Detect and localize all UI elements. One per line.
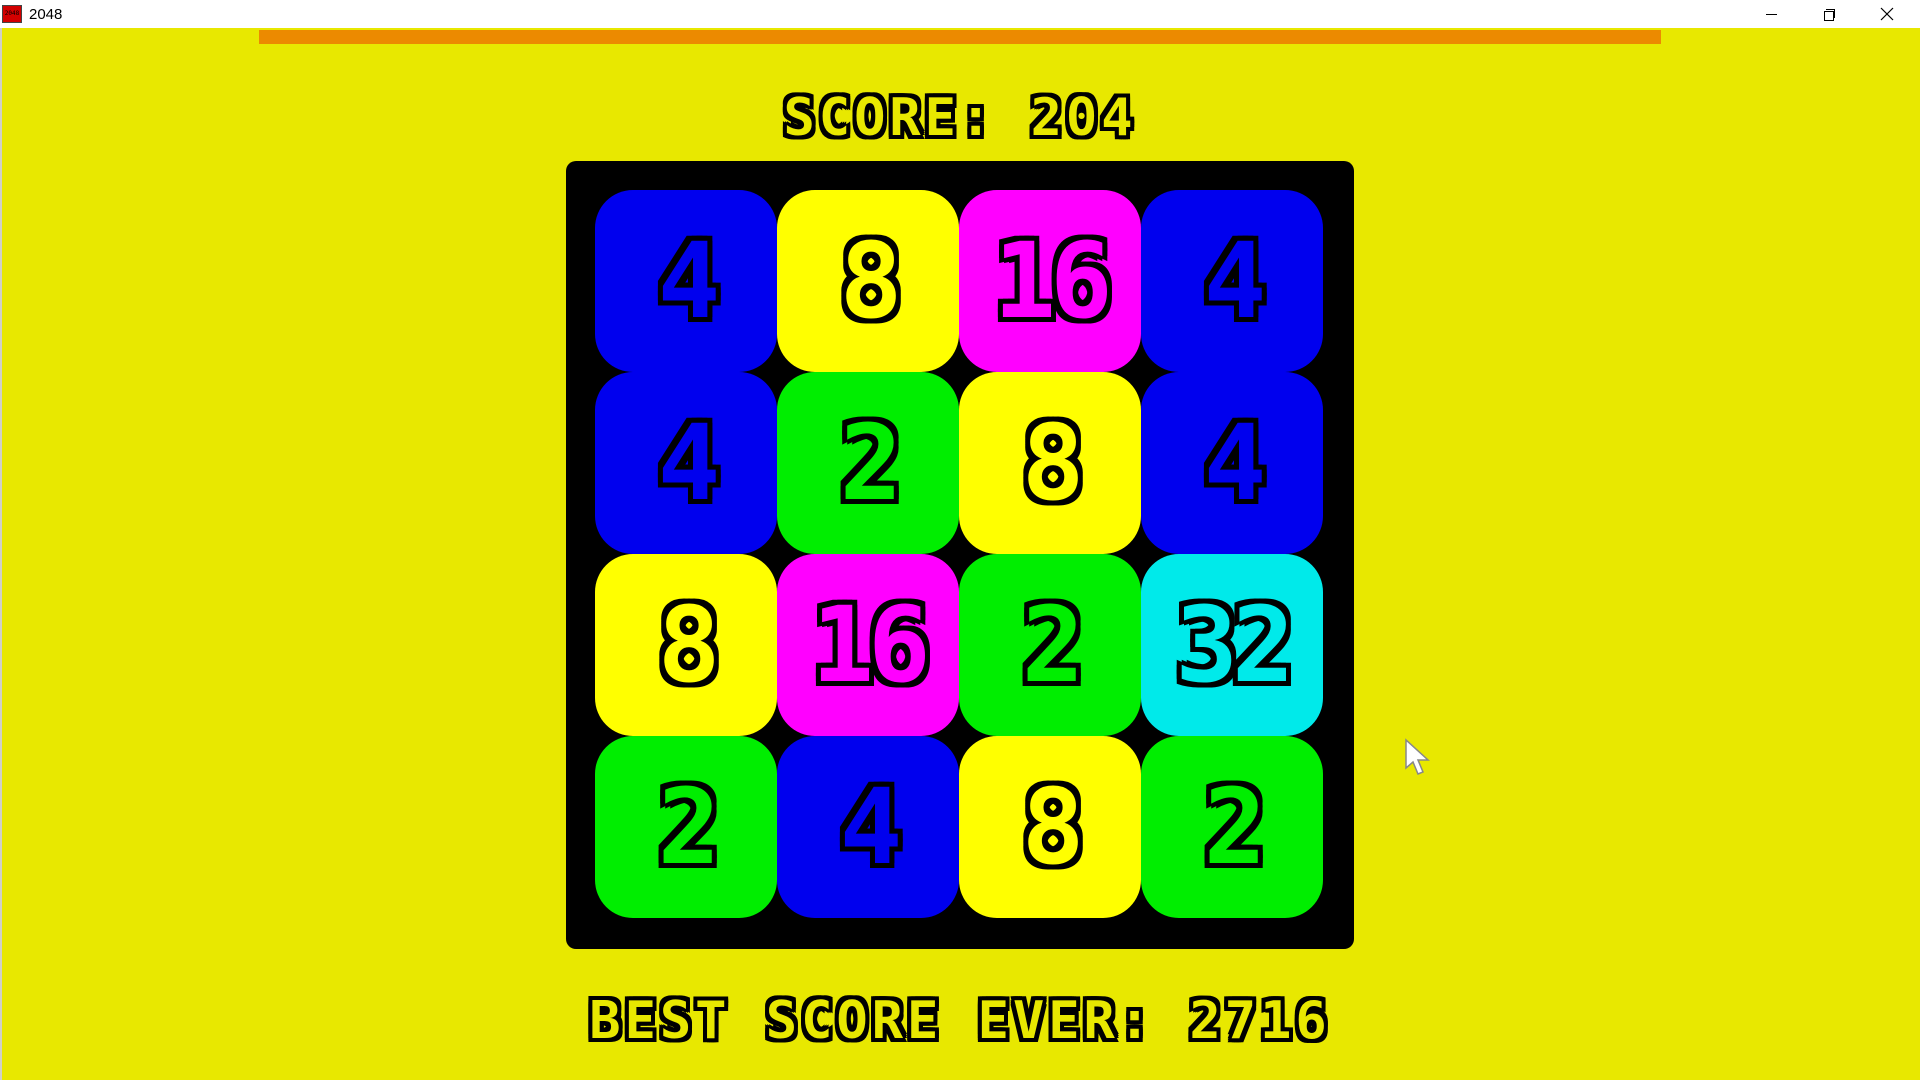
tile: 16 <box>777 554 959 736</box>
mouse-pointer-icon <box>1405 738 1430 775</box>
close-icon <box>1880 7 1894 21</box>
minimize-button[interactable] <box>1742 0 1800 28</box>
best-score-label: BEST SCORE EVER: <box>589 991 1155 1051</box>
tile: 32 <box>1141 554 1323 736</box>
tile: 2 <box>959 554 1141 736</box>
tile: 4 <box>1141 372 1323 554</box>
game-area[interactable]: SCORE: 204 4 8 16 4 4 2 8 4 8 16 2 32 2 4 8 2 BEST SCOR… <box>0 28 1920 1080</box>
minimize-icon <box>1765 13 1777 15</box>
tile: 2 <box>1141 736 1323 918</box>
tile-value: 16 <box>993 220 1112 342</box>
tile-value: 2 <box>1203 766 1267 888</box>
close-button[interactable] <box>1858 0 1916 28</box>
tile: 8 <box>959 736 1141 918</box>
score-display: SCORE: 204 <box>700 83 1220 153</box>
tile-value: 4 <box>839 766 903 888</box>
tile: 8 <box>777 190 959 372</box>
tile-value: 4 <box>657 220 721 342</box>
tile: 4 <box>777 736 959 918</box>
tile-value: 4 <box>1203 402 1267 524</box>
best-score-display: BEST SCORE EVER: 2716 <box>560 986 1360 1056</box>
maximize-button[interactable] <box>1800 0 1858 28</box>
tile: 16 <box>959 190 1141 372</box>
tile-value: 16 <box>811 584 930 706</box>
title-bar[interactable]: 2048 2048 <box>0 0 1920 28</box>
tile-value: 8 <box>839 220 903 342</box>
tile-value: 2 <box>1021 584 1085 706</box>
restore-icon <box>1823 8 1835 21</box>
tile: 8 <box>595 554 777 736</box>
tile: 4 <box>595 372 777 554</box>
tile: 4 <box>1141 190 1323 372</box>
game-window: 2048 2048 SCORE: 204 4 8 16 4 4 2 8 4 8 16 2 32 2 4 8 2… <box>0 0 1920 1080</box>
window-border <box>0 28 2 1080</box>
window-title: 2048 <box>29 5 63 23</box>
progress-fill <box>259 30 1661 44</box>
tile-value: 4 <box>1203 220 1267 342</box>
tile: 4 <box>595 190 777 372</box>
tile-value: 2 <box>657 766 721 888</box>
tile-value: 8 <box>1021 402 1085 524</box>
tile-value: 8 <box>1021 766 1085 888</box>
tile: 2 <box>777 372 959 554</box>
tile-value: 2 <box>839 402 903 524</box>
tile: 2 <box>595 736 777 918</box>
tile-value: 8 <box>657 584 721 706</box>
progress-bar <box>259 30 1661 44</box>
best-score-value: 2716 <box>1189 991 1331 1051</box>
game-board[interactable]: 4 8 16 4 4 2 8 4 8 16 2 32 2 4 8 2 <box>566 161 1354 949</box>
tile-value: 4 <box>657 402 721 524</box>
tile-value: 32 <box>1175 584 1294 706</box>
score-value: 204 <box>1030 88 1137 148</box>
tile: 8 <box>959 372 1141 554</box>
score-label: SCORE: <box>783 88 996 148</box>
app-icon: 2048 <box>2 5 22 23</box>
